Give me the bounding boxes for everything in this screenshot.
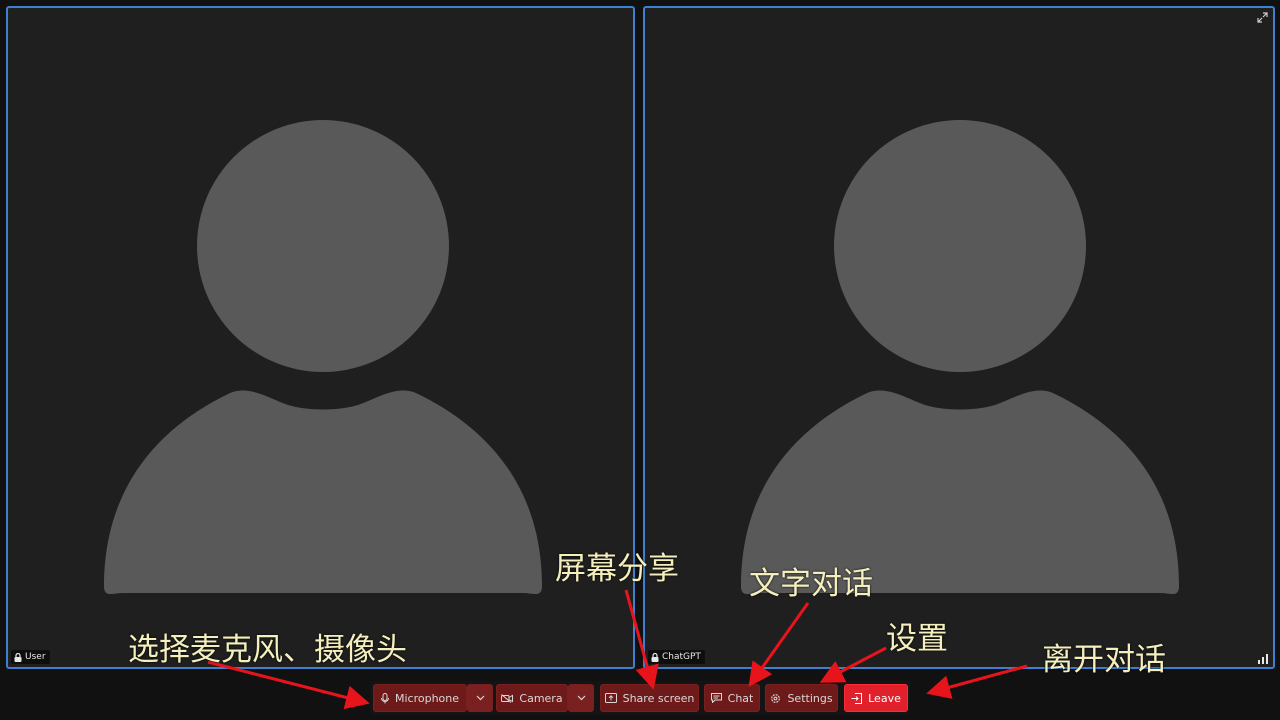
control-bar: Microphone Camera Share screen Chat Sett…	[370, 681, 910, 715]
annotation-devices: 选择麦克风、摄像头	[128, 632, 407, 668]
chat-button[interactable]: Chat	[704, 684, 760, 712]
connection-quality-icon	[1258, 654, 1268, 664]
microphone-options-button[interactable]	[467, 684, 493, 712]
arrow-to-leave	[926, 664, 1028, 699]
chevron-down-icon	[476, 695, 484, 701]
participant-name-tag: User	[11, 650, 50, 664]
annotation-share-screen: 屏幕分享	[555, 551, 679, 587]
microphone-label: Microphone	[394, 691, 460, 705]
share-screen-label: Share screen	[622, 691, 695, 705]
expand-icon[interactable]	[1257, 12, 1268, 23]
participant-name: ChatGPT	[662, 652, 701, 662]
participant-tile-user[interactable]: User	[6, 6, 635, 669]
leave-button[interactable]: Leave	[844, 684, 908, 712]
settings-label: Settings	[787, 691, 833, 705]
camera-button[interactable]: Camera	[496, 684, 568, 712]
camera-off-icon	[501, 693, 514, 703]
annotation-leave: 离开对话	[1042, 642, 1166, 678]
camera-label: Camera	[519, 691, 563, 705]
annotation-settings: 设置	[886, 621, 948, 657]
participant-name-tag: ChatGPT	[648, 650, 705, 664]
avatar-placeholder-icon	[741, 120, 1179, 595]
leave-icon	[851, 692, 863, 704]
share-screen-button[interactable]: Share screen	[600, 684, 699, 712]
annotation-chat: 文字对话	[749, 566, 873, 602]
chat-icon	[710, 693, 722, 703]
microphone-icon	[380, 692, 389, 703]
lock-icon	[14, 652, 22, 662]
share-screen-icon	[604, 693, 617, 703]
participant-tile-chatgpt[interactable]: ChatGPT	[643, 6, 1275, 669]
chat-label: Chat	[727, 691, 754, 705]
camera-options-button[interactable]	[568, 684, 594, 712]
microphone-button[interactable]: Microphone	[373, 684, 467, 712]
participant-name: User	[25, 652, 46, 662]
lock-icon	[651, 652, 659, 662]
video-call-screen: User ChatGPT Microphone Camera Share scr…	[0, 0, 1280, 720]
avatar-placeholder-icon	[104, 120, 542, 595]
chevron-down-icon	[577, 695, 585, 701]
gear-icon	[771, 693, 781, 703]
settings-button[interactable]: Settings	[765, 684, 838, 712]
leave-label: Leave	[868, 691, 901, 705]
